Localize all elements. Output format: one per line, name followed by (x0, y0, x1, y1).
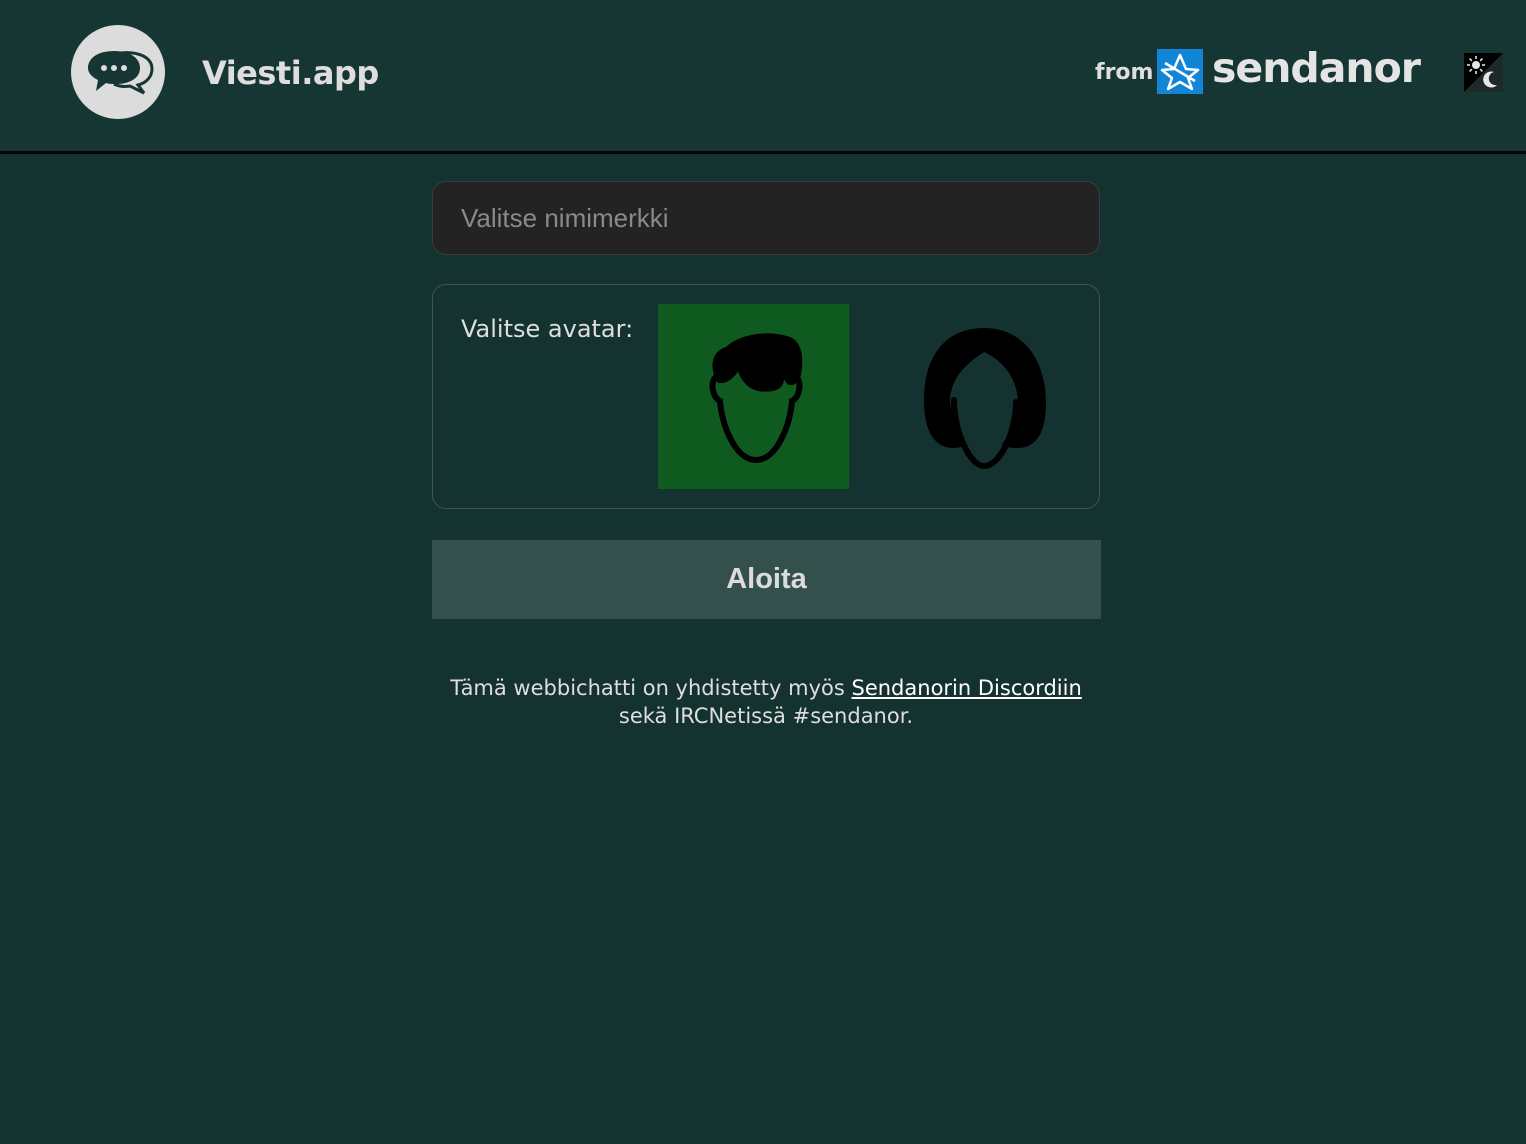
app-header: Viesti.app from sendanor (0, 0, 1526, 154)
info-line2: sekä IRCNetissä #sendanor. (618, 704, 914, 728)
nickname-input[interactable] (432, 181, 1100, 255)
theme-toggle-button[interactable] (1464, 53, 1503, 92)
avatar-label: Valitse avatar: (461, 315, 634, 343)
avatar-option-male[interactable] (658, 304, 849, 489)
avatar-option-female[interactable] (888, 304, 1079, 489)
app-logo[interactable] (71, 25, 165, 119)
start-button[interactable]: Aloita (432, 540, 1101, 619)
sun-moon-icon (1464, 53, 1503, 92)
info-text: Tämä webbichatti on yhdistetty myös Send… (363, 674, 1169, 730)
info-line1-prefix: Tämä webbichatti on yhdistetty myös (450, 676, 845, 700)
female-avatar-icon (923, 327, 1046, 469)
avatar-selector: Valitse avatar: (432, 284, 1100, 509)
sendanor-brand-name[interactable]: sendanor (1212, 44, 1421, 92)
chat-bubbles-icon (88, 51, 154, 95)
discord-link[interactable]: Sendanorin Discordiin (852, 676, 1082, 700)
app-title[interactable]: Viesti.app (202, 54, 379, 92)
sendanor-logo-icon[interactable] (1157, 49, 1203, 94)
from-label: from (1095, 60, 1154, 85)
male-avatar-icon (709, 332, 802, 463)
